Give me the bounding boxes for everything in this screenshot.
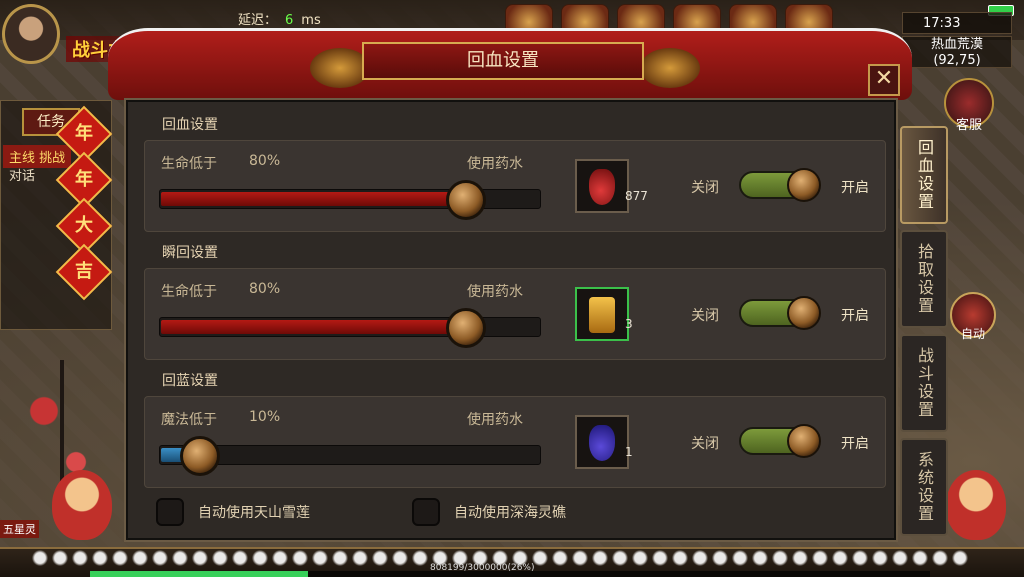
left-badge: 五星灵 xyxy=(0,520,39,538)
potion-slot[interactable]: 1 xyxy=(575,415,633,469)
toggle-knob xyxy=(787,168,821,202)
latency-unit: ms xyxy=(301,13,321,28)
threshold-slider[interactable] xyxy=(159,308,541,348)
slider-fill xyxy=(161,192,465,206)
mp-recovery-heading: 回蓝设置 xyxy=(162,373,218,389)
instant-recovery-heading: 瞬回设置 xyxy=(162,245,218,261)
potion-count: 1 xyxy=(625,445,633,459)
map-coords: (92,75) xyxy=(933,53,981,68)
tab-system-settings[interactable]: 系统设置 xyxy=(900,438,948,536)
toggle-off-label: 关闭 xyxy=(691,436,719,452)
slider-handle[interactable] xyxy=(180,436,220,476)
snow-decoration xyxy=(30,549,970,567)
blue-potion-icon xyxy=(589,425,615,461)
toggle-knob xyxy=(787,296,821,330)
latency-value: 6 xyxy=(285,13,294,28)
customer-service-label: 客服 xyxy=(955,118,982,133)
hp-recovery-panel: 生命低于 80% 使用药水 877 关闭 开启 xyxy=(144,140,886,232)
map-name: 热血荒漠 xyxy=(930,37,983,52)
toggle-on-label: 开启 xyxy=(841,436,869,452)
slider-handle[interactable] xyxy=(446,180,486,220)
threshold-percent: 80% xyxy=(249,281,281,297)
tab-hp-settings[interactable]: 回血设置 xyxy=(900,126,948,224)
slider-handle[interactable] xyxy=(446,308,486,348)
potion-slot[interactable]: 877 xyxy=(575,159,648,213)
condition-label: 生命低于 xyxy=(161,284,217,300)
threshold-percent: 10% xyxy=(249,409,281,425)
window-title: 回血设置 xyxy=(362,42,644,80)
checkbox-tianshan-lotus[interactable] xyxy=(156,498,184,526)
potion-count: 3 xyxy=(625,317,633,331)
auto-button[interactable]: 自动 xyxy=(950,292,996,341)
mp-recovery-panel: 魔法低于 10% 使用药水 1 关闭 开启 xyxy=(144,396,886,488)
mascot-decoration xyxy=(52,470,112,540)
potion-count: 877 xyxy=(625,189,648,203)
golden-potion-icon xyxy=(589,297,615,333)
latency-readout: 延迟： 6 ms xyxy=(238,9,321,28)
checkbox-deepsea-reef[interactable] xyxy=(412,498,440,526)
toggle-knob xyxy=(787,424,821,458)
toggle-off-label: 关闭 xyxy=(691,308,719,324)
minimap-location[interactable]: 热血荒漠 (92,75) xyxy=(902,36,1012,68)
latency-label: 延迟： xyxy=(238,13,278,28)
exp-bar-fill xyxy=(90,571,309,577)
mp-recovery-toggle[interactable] xyxy=(739,424,821,458)
toggle-off-label: 关闭 xyxy=(691,180,719,196)
toggle-on-label: 开启 xyxy=(841,308,869,324)
use-potion-label: 使用药水 xyxy=(467,284,523,300)
settings-window: 回血设置 生命低于 80% 使用药水 877 关闭 开启 瞬回设置 生命低于 80% 使用药水 3 关闭… xyxy=(126,100,896,540)
close-button[interactable]: ✕ xyxy=(868,64,900,96)
slider-fill xyxy=(161,320,465,334)
condition-label: 魔法低于 xyxy=(161,412,217,428)
potion-slot[interactable]: 3 xyxy=(575,287,633,341)
checkbox-label: 自动使用天山雪莲 xyxy=(198,505,310,521)
condition-label: 生命低于 xyxy=(161,156,217,172)
mascot-decoration xyxy=(946,470,1006,540)
use-potion-label: 使用药水 xyxy=(467,156,523,172)
toggle-on-label: 开启 xyxy=(841,180,869,196)
red-potion-icon xyxy=(589,169,615,205)
checkbox-label: 自动使用深海灵礁 xyxy=(454,505,566,521)
hp-recovery-heading: 回血设置 xyxy=(162,117,218,133)
tab-pickup-settings[interactable]: 拾取设置 xyxy=(900,230,948,328)
dragon-ornament xyxy=(640,48,700,88)
tab-battle-settings[interactable]: 战斗设置 xyxy=(900,334,948,432)
hp-recovery-toggle[interactable] xyxy=(739,168,821,202)
quest-dialog-label: 对话 xyxy=(9,169,36,184)
threshold-slider[interactable] xyxy=(159,180,541,220)
instant-recovery-toggle[interactable] xyxy=(739,296,821,330)
threshold-slider[interactable] xyxy=(159,436,541,476)
dragon-ornament xyxy=(310,48,370,88)
clock: 17:33 xyxy=(902,12,1012,34)
instant-recovery-panel: 生命低于 80% 使用药水 3 关闭 开启 xyxy=(144,268,886,360)
player-avatar[interactable] xyxy=(2,4,60,64)
threshold-percent: 80% xyxy=(249,153,281,169)
use-potion-label: 使用药水 xyxy=(467,412,523,428)
